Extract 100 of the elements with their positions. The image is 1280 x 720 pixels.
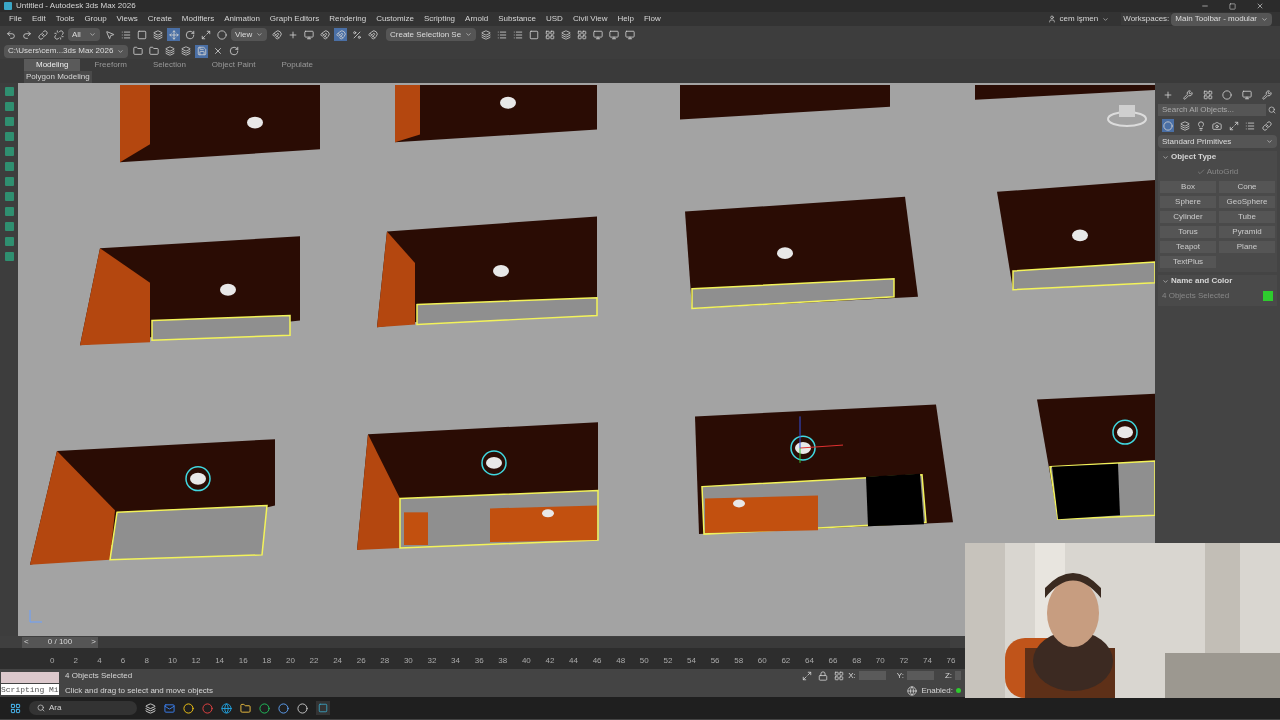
frame-tick-label: 58	[734, 655, 745, 667]
enabled-label: Enabled:	[921, 684, 953, 697]
primitive-button[interactable]: Pyramid	[1219, 226, 1275, 238]
search-icon[interactable]	[1268, 106, 1276, 114]
mail-icon[interactable]	[164, 702, 175, 714]
folder-icon[interactable]	[240, 702, 251, 714]
frame-tick-label: 4	[97, 655, 103, 667]
save-icon[interactable]	[195, 44, 209, 58]
ribbon-tab[interactable]: Selection	[140, 59, 198, 71]
ribbon-tab[interactable]: Object Paint	[199, 59, 268, 71]
menu-item[interactable]: Create	[142, 13, 177, 25]
undo-icon[interactable]	[4, 28, 17, 41]
windows-start-icon[interactable]	[10, 702, 21, 714]
frame-tick-label: 12	[191, 655, 202, 667]
frame-tick-label: 68	[852, 655, 863, 667]
rollout-header[interactable]: Name and Color	[1158, 275, 1277, 287]
user-menu[interactable]: cem işmen	[1047, 13, 1110, 25]
menu-item[interactable]: Graph Editors	[264, 13, 325, 25]
category-dropdown[interactable]: Standard Primitives	[1158, 135, 1277, 148]
named-selection-dropdown[interactable]: Create Selection Se	[386, 28, 477, 41]
ribbon-tab[interactable]: Modeling	[24, 59, 81, 71]
search-icon	[37, 704, 45, 712]
rectangle-selection-icon[interactable]	[135, 28, 148, 41]
link-icon[interactable]	[36, 28, 49, 41]
search-field[interactable]: Search All Objects...	[1158, 104, 1266, 116]
z-label: Z:	[944, 669, 952, 682]
primitive-button[interactable]: Cylinder	[1160, 211, 1216, 223]
rollout-header[interactable]: Object Type	[1158, 151, 1277, 163]
time-slider-track[interactable]: < 0 / 100 >	[22, 636, 950, 648]
window-title: Untitled - Autodesk 3ds Max 2026	[16, 0, 136, 12]
primitive-button[interactable]: Tube	[1219, 211, 1275, 223]
menu-item[interactable]: Rendering	[324, 13, 372, 25]
frame-tick-label: 56	[710, 655, 721, 667]
globe-icon[interactable]	[905, 684, 919, 697]
project-path-dropdown[interactable]: C:\Users\cem...3ds Max 2026	[4, 44, 129, 58]
menu-item[interactable]: Tools	[50, 13, 80, 25]
frame-tick-label: 44	[569, 655, 579, 667]
unlink-icon[interactable]	[52, 28, 65, 41]
frame-tick-label: 14	[215, 655, 226, 667]
frame-tick-label: 36	[474, 655, 485, 667]
folder-icon[interactable]	[131, 44, 145, 58]
menu-item[interactable]: Help	[612, 13, 639, 25]
listener-input[interactable]: Scripting Mi	[1, 683, 59, 695]
maximize-icon[interactable]	[1229, 2, 1236, 10]
cameras-icon[interactable]	[1211, 119, 1224, 132]
ribbon-tab[interactable]: Populate	[269, 59, 325, 71]
menu-item[interactable]: Arnold	[460, 13, 494, 25]
frame-tick-label: 6	[120, 655, 127, 667]
listener-output[interactable]	[1, 671, 59, 683]
modify-tab-icon[interactable]	[1181, 88, 1195, 101]
primitive-button[interactable]: Torus	[1160, 226, 1216, 238]
ribbon-panel-label[interactable]: Polygon Modeling	[24, 71, 92, 83]
primitive-button[interactable]: Teapot	[1160, 241, 1216, 253]
frame-tick-label: 38	[498, 655, 509, 667]
frame-tick-label: 8	[144, 655, 150, 667]
ribbon-tab[interactable]: Freeform	[82, 59, 139, 71]
frame-tick-label: 28	[380, 655, 391, 667]
menu-item[interactable]: Scripting	[418, 13, 461, 25]
frame-tick-label: 42	[545, 655, 556, 667]
redo-icon[interactable]	[20, 28, 33, 41]
menu-item[interactable]: Civil View	[567, 13, 613, 25]
open-folder-icon[interactable]	[147, 44, 161, 58]
minimize-icon[interactable]	[1201, 2, 1209, 10]
primitive-button[interactable]: Cone	[1219, 181, 1275, 193]
menu-item[interactable]: Animation	[219, 13, 265, 25]
frame-tick-label: 32	[427, 655, 438, 667]
frame-tick-label: 70	[875, 655, 886, 667]
primitive-button[interactable]: GeoSphere	[1219, 196, 1275, 208]
primitive-button[interactable]: Sphere	[1160, 196, 1216, 208]
frame-tick-label: 76	[946, 655, 957, 667]
frame-tick-label: 24	[333, 655, 344, 667]
close-icon[interactable]	[1256, 2, 1264, 10]
frame-tick-label: 16	[238, 655, 249, 667]
primitive-button[interactable]: Plane	[1219, 241, 1275, 253]
taskbar-search-field[interactable]: Ara	[29, 701, 137, 715]
rotate-icon[interactable]	[183, 28, 196, 41]
selection-filter-dropdown[interactable]: All	[68, 28, 100, 41]
move-icon[interactable]	[167, 28, 180, 41]
workspace-dropdown[interactable]: Main Toolbar - modular	[1171, 12, 1272, 26]
menu-item[interactable]: Modifiers	[176, 13, 220, 25]
reference-coordinate-dropdown[interactable]: View	[231, 28, 267, 41]
menu-item[interactable]: Flow	[638, 13, 666, 25]
frame-tick-label: 30	[403, 655, 414, 667]
menu-item[interactable]: Group	[79, 13, 112, 25]
menu-item[interactable]: File	[4, 13, 27, 25]
menu-item[interactable]: Customize	[371, 13, 419, 25]
menu-item[interactable]: USD	[541, 13, 568, 25]
menu-item[interactable]: Edit	[26, 13, 51, 25]
frame-tick-label: 64	[805, 655, 815, 667]
menu-item[interactable]: Views	[111, 13, 143, 25]
lock-icon[interactable]	[816, 669, 830, 682]
scale-icon[interactable]	[199, 28, 212, 41]
selection-status: 4 Objects Selected	[65, 669, 134, 682]
color-swatch[interactable]	[1263, 291, 1273, 301]
select-icon[interactable]	[103, 28, 116, 41]
menu-item[interactable]: Substance	[493, 13, 541, 25]
refresh-icon[interactable]	[227, 44, 241, 58]
time-slider-thumb[interactable]: < 0 / 100 >	[22, 636, 98, 648]
primitive-button[interactable]: TextPlus	[1160, 256, 1216, 268]
primitive-button[interactable]: Box	[1160, 181, 1216, 193]
